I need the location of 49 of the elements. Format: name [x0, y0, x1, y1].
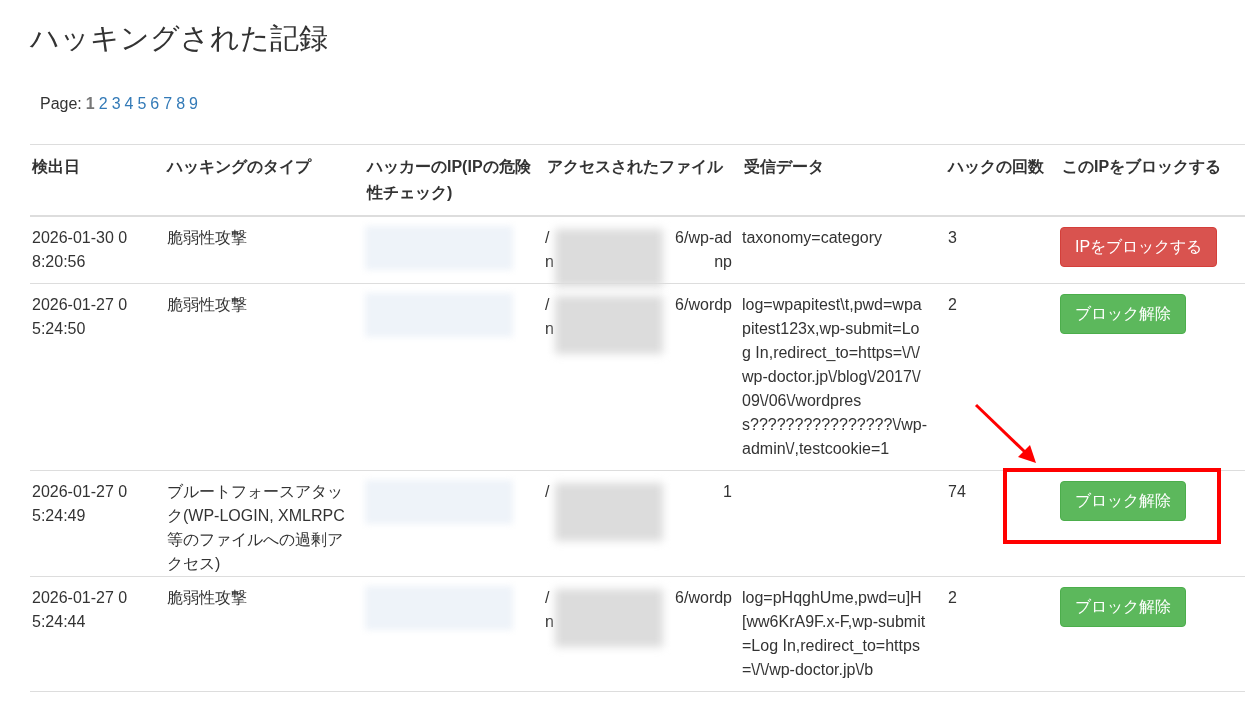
page-link[interactable]: 8	[176, 92, 186, 116]
file-path-text: n	[545, 252, 554, 272]
hack-count-text: 3	[948, 228, 958, 248]
page-link[interactable]: 9	[189, 92, 198, 116]
page-link[interactable]: 7	[163, 92, 173, 116]
date-text: 2026-01-30 08:20:56	[32, 228, 129, 272]
column-header: 検出日	[32, 158, 80, 175]
hack-type-text: 脆弱性攻撃	[167, 228, 248, 248]
column-header: ハッカーのIP(IPの危険性チェック)	[367, 158, 531, 201]
file-path-text: np	[714, 252, 732, 272]
page-link[interactable]: 2	[98, 92, 108, 116]
hack-count-text: 2	[948, 588, 958, 608]
column-header: ハッキングのタイプ	[167, 158, 311, 175]
column-header: このIPをブロックする	[1062, 158, 1222, 175]
page-link[interactable]: 4	[124, 92, 134, 116]
hack-type-text: ブルートフォースアタック(WP-LOGIN, XMLRPC等のファイルへの過剰アクセス)	[167, 482, 346, 574]
page-link[interactable]: 5	[137, 92, 147, 116]
file-path-text: 6/wordp	[675, 588, 732, 608]
file-path-text: /	[545, 482, 550, 502]
date-text: 2026-01-27 05:24:49	[32, 482, 129, 526]
file-path-text: n	[545, 612, 554, 632]
page-title: ハッキングされた記録	[30, 21, 328, 56]
column-header: 受信データ	[744, 158, 824, 175]
file-path-text: /	[545, 588, 550, 608]
hack-count-text: 2	[948, 295, 958, 315]
column-header: アクセスされたファイル	[547, 158, 723, 175]
file-path-text: 1	[723, 482, 732, 502]
hack-type-text: 脆弱性攻撃	[167, 295, 248, 315]
received-data-text: taxonomy=category	[742, 228, 884, 248]
received-data-text: log=pHqghUme,pwd=u]H[ww6KrA9F.x-F,wp-submit=Log In,redirect_to=https=\/\/wp-doctor.jp\/b	[742, 588, 927, 680]
unblock-button[interactable]: ブロック解除	[1060, 294, 1186, 334]
file-path-text: 6/wordp	[675, 295, 732, 315]
date-text: 2026-01-27 05:24:44	[32, 588, 129, 632]
file-path-text: /	[545, 228, 550, 248]
file-path-text: /	[545, 295, 550, 315]
page-link[interactable]: 1	[85, 92, 95, 116]
file-path-text: 6/wp-ad	[675, 228, 732, 248]
hack-type-text: 脆弱性攻撃	[167, 588, 248, 608]
page-link[interactable]: 3	[111, 92, 121, 116]
block-ip-button[interactable]: IPをブロックする	[1060, 227, 1218, 267]
page-label: Page:	[40, 94, 82, 114]
unblock-button[interactable]: ブロック解除	[1060, 481, 1186, 521]
column-header: ハックの回数	[948, 158, 1044, 175]
received-data-text: log=wpapitest\t,pwd=wpapitest123x,wp-submit=Log In,redirect_to=https=\/\/wp-doctor.jp\/blog\/2017\/09\/06\/wordpress????????????????\/wp-admin\/,testcookie=1	[742, 295, 928, 459]
date-text: 2026-01-27 05:24:50	[32, 295, 129, 339]
file-path-text: n	[545, 319, 554, 339]
page-link[interactable]: 6	[150, 92, 160, 116]
unblock-button[interactable]: ブロック解除	[1060, 587, 1186, 627]
hack-count-text: 74	[948, 482, 967, 502]
